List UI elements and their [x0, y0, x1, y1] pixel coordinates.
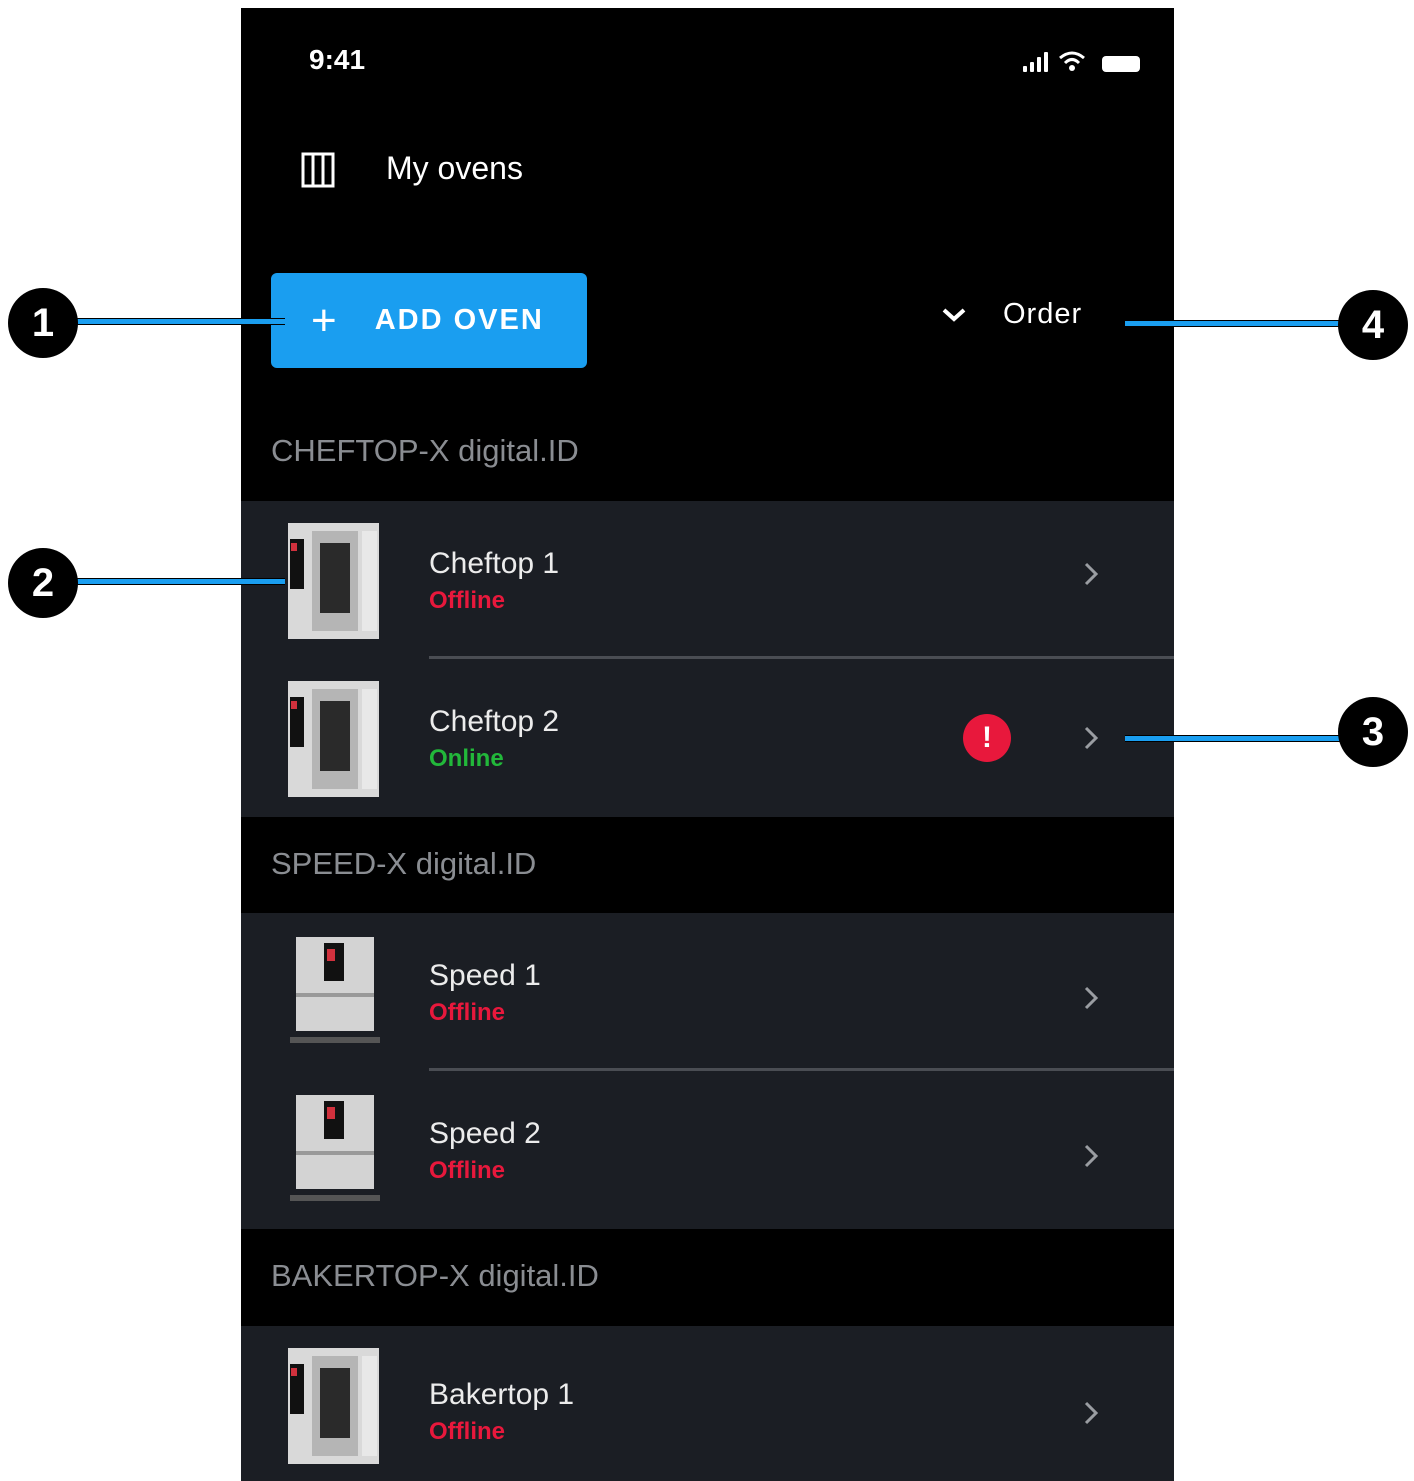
page-title: My ovens	[386, 150, 523, 186]
oven-name: Cheftop 1	[429, 547, 560, 580]
wifi-icon	[1059, 51, 1085, 71]
oven-status: Offline	[429, 1418, 505, 1445]
oven-row-bakertop-1[interactable]: Bakertop 1 Offline	[241, 1326, 1174, 1481]
oven-row-cheftop-2[interactable]: Cheftop 2 Online !	[241, 659, 1174, 817]
panel-icon[interactable]	[301, 152, 335, 188]
callout-line-3	[1125, 735, 1350, 742]
oven-image	[290, 937, 380, 1043]
chevron-right-icon[interactable]	[1081, 1398, 1101, 1428]
add-oven-button[interactable]: + ADD OVEN	[271, 273, 587, 368]
oven-status: Offline	[429, 587, 505, 614]
status-icons	[1023, 50, 1140, 72]
callout-line-4	[1125, 320, 1350, 327]
callout-badge-1: 1	[8, 288, 78, 358]
section-header-speed: SPEED-X digital.ID	[271, 846, 537, 881]
oven-image	[290, 1095, 380, 1201]
oven-row-speed-2[interactable]: Speed 2 Offline	[241, 1071, 1174, 1229]
callout-badge-3: 3	[1338, 697, 1408, 767]
chevron-right-icon[interactable]	[1081, 559, 1101, 589]
status-time: 9:41	[309, 44, 366, 75]
oven-name: Speed 2	[429, 1117, 541, 1150]
callout-line-2	[60, 578, 285, 585]
battery-icon	[1102, 56, 1140, 72]
oven-status: Offline	[429, 1157, 505, 1184]
signal-icon	[1023, 52, 1048, 72]
add-oven-label: ADD OVEN	[374, 304, 544, 336]
section-header-bakertop: BAKERTOP-X digital.ID	[271, 1258, 599, 1293]
oven-status: Offline	[429, 999, 505, 1026]
oven-name: Speed 1	[429, 959, 541, 992]
chevron-down-icon	[942, 308, 966, 322]
plus-icon: +	[311, 295, 339, 345]
oven-image	[288, 1348, 379, 1464]
callout-badge-2: 2	[8, 548, 78, 618]
oven-image	[288, 681, 379, 797]
order-label: Order	[1003, 298, 1083, 330]
order-dropdown[interactable]: Order	[941, 298, 1082, 331]
oven-name: Bakertop 1	[429, 1378, 575, 1411]
chevron-right-icon[interactable]	[1081, 1141, 1101, 1171]
section-header-cheftop: CHEFTOP-X digital.ID	[271, 433, 579, 468]
oven-row-speed-1[interactable]: Speed 1 Offline	[241, 913, 1174, 1071]
callout-badge-4: 4	[1338, 290, 1408, 360]
alert-icon[interactable]: !	[963, 714, 1011, 762]
callout-line-1	[60, 318, 285, 325]
oven-image	[288, 523, 379, 639]
oven-name: Cheftop 2	[429, 705, 560, 738]
phone-screen: 9:41 My ovens + ADD OVEN Order CHEFTOP-X…	[241, 8, 1174, 1481]
oven-row-cheftop-1[interactable]: Cheftop 1 Offline	[241, 501, 1174, 659]
chevron-right-icon[interactable]	[1081, 983, 1101, 1013]
chevron-right-icon[interactable]	[1081, 723, 1101, 753]
oven-status: Online	[429, 745, 504, 772]
